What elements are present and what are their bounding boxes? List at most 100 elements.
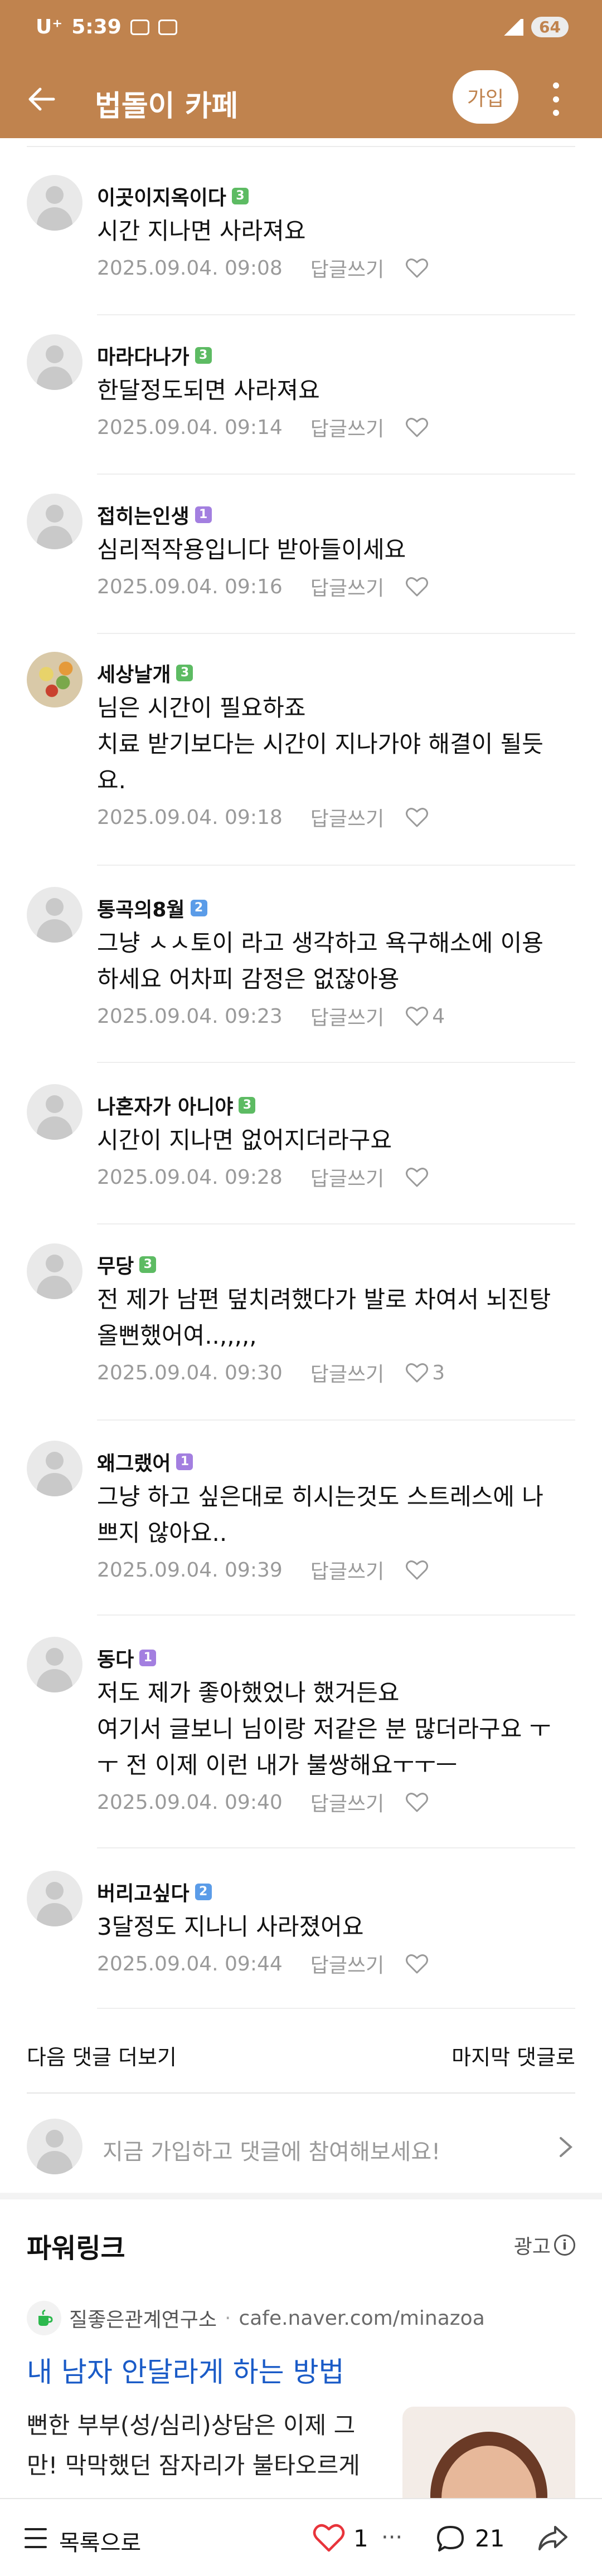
comment-date: 2025.09.04. 09:44 (97, 1952, 283, 1975)
battery-level: 64 (531, 17, 569, 37)
heart-icon[interactable] (405, 1167, 429, 1188)
join-comment-prompt[interactable]: 지금 가입하고 댓글에 참여해보세요! (27, 2110, 575, 2183)
comment-author[interactable]: 무당 3 (97, 1250, 157, 1279)
author-name: 왜그랬어 (97, 1452, 171, 1475)
divider (97, 633, 575, 634)
comment-text: 3달정도 지나니 사라졌어요 (97, 1909, 576, 1945)
info-icon: i (554, 2235, 575, 2256)
avatar[interactable] (27, 1441, 82, 1496)
comment-date: 2025.09.04. 09:16 (97, 575, 283, 598)
more-options-icon[interactable] (547, 77, 564, 121)
comment-text-line: 하세요 어차피 감정은 없잖아용 (97, 965, 400, 993)
comment-author[interactable]: 동다 1 (97, 1643, 157, 1672)
reply-button[interactable]: 답글쓰기 (310, 1788, 384, 1817)
comment-like-count: 4 (432, 1004, 445, 1028)
ad-headline-link[interactable]: 내 남자 안달라게 하는 방법 (27, 2350, 344, 2390)
comment-author[interactable]: 접히는인생 1 (97, 500, 212, 529)
comment-text: 시간 지나면 사라져요 (97, 213, 576, 249)
comment-author[interactable]: 나혼자가 아니야 3 (97, 1091, 256, 1120)
heart-icon[interactable] (405, 1006, 429, 1027)
comment-text: 그냥 하고 싶은대로 히시는것도 스트레스에 나 쁘지 않아요.. (97, 1479, 576, 1551)
comment-text-line: 여기서 글보니 님이랑 저같은 분 많더라구요 ㅜ (97, 1715, 551, 1743)
cup-logo-icon (27, 2301, 61, 2335)
back-arrow-icon[interactable] (25, 82, 58, 116)
ad-body-line: 만! 막막했던 잠자리가 불타오르게 (27, 2452, 360, 2479)
comment-text-line: 그냥 ㅅㅅ토이 라고 생각하고 욕구해소에 이용 (97, 929, 543, 957)
avatar[interactable] (27, 1637, 82, 1692)
reply-button[interactable]: 답글쓰기 (310, 413, 384, 442)
reply-button[interactable]: 답글쓰기 (310, 1163, 384, 1192)
heart-icon[interactable] (405, 1559, 429, 1580)
comment-date: 2025.09.04. 09:28 (97, 1165, 283, 1189)
avatar[interactable] (27, 334, 82, 390)
comment-text: 시간이 지나면 없어지더라구요 (97, 1122, 576, 1158)
divider (97, 865, 575, 866)
comment-author[interactable]: 세상날개 3 (97, 658, 193, 687)
comment-author[interactable]: 마라다나가 3 (97, 341, 212, 370)
reply-button[interactable]: 답글쓰기 (310, 1949, 384, 1978)
reply-button[interactable]: 답글쓰기 (310, 803, 384, 832)
ad-body-line: 뻔한 부부(성/심리)상담은 이제 그 (27, 2412, 356, 2439)
avatar[interactable] (27, 887, 82, 943)
join-button[interactable]: 가입 (453, 70, 518, 124)
heart-icon[interactable] (405, 417, 429, 438)
avatar[interactable] (27, 175, 82, 231)
divider (97, 1223, 575, 1224)
comment-author[interactable]: 이곳이지옥이다 3 (97, 182, 249, 211)
ad-label-text: 광고 (513, 2236, 551, 2258)
chevron-right-icon (560, 2137, 573, 2157)
heart-icon[interactable] (405, 257, 429, 279)
avatar[interactable] (27, 1084, 82, 1140)
list-menu-icon[interactable] (25, 2528, 47, 2548)
heart-icon[interactable] (405, 807, 429, 828)
comment-author[interactable]: 통곡의8월 2 (97, 894, 207, 923)
ad-label[interactable]: 광고 i (514, 2231, 575, 2260)
reply-button[interactable]: 답글쓰기 (310, 253, 384, 282)
comment-text-line: 쁘지 않아요.. (97, 1519, 227, 1546)
avatar[interactable] (27, 494, 82, 549)
avatar[interactable] (27, 1871, 82, 1926)
heart-icon[interactable] (405, 1792, 429, 1813)
comment-meta: 2025.09.04. 09:44 답글쓰기 (97, 1949, 429, 1978)
reply-button[interactable]: 답글쓰기 (310, 1002, 384, 1031)
signal-icon (501, 18, 524, 36)
last-comments-button[interactable]: 마지막 댓글로 (452, 2040, 575, 2071)
clock: 5:39 (71, 16, 122, 38)
comment-text: 님은 시간이 필요하죠 치료 받기보다는 시간이 지나가야 해결이 될듯 요. (97, 690, 576, 798)
author-name: 무당 (97, 1255, 134, 1278)
reply-button[interactable]: 답글쓰기 (310, 572, 384, 601)
comment-author[interactable]: 왜그랬어 1 (97, 1447, 193, 1476)
heart-icon[interactable] (405, 1953, 429, 1974)
avatar[interactable] (27, 652, 82, 708)
member-level-badge: 3 (176, 665, 193, 681)
comment-text-line: 님은 시간이 필요하죠 (97, 694, 306, 721)
join-prompt-text: 지금 가입하고 댓글에 참여해보세요! (103, 2139, 441, 2165)
share-icon[interactable] (536, 2524, 569, 2554)
more-comments-button[interactable]: 다음 댓글 더보기 (27, 2040, 177, 2071)
reply-button[interactable]: 답글쓰기 (310, 1555, 384, 1584)
divider (97, 314, 575, 315)
like-heart-icon[interactable] (312, 2523, 346, 2553)
divider (27, 2092, 575, 2094)
ad-source-name: 질좋은관계연구소 (69, 2309, 217, 2331)
reply-button[interactable]: 답글쓰기 (310, 1358, 384, 1387)
author-name: 버리고싶다 (97, 1882, 190, 1905)
member-level-badge: 3 (139, 1256, 157, 1273)
ad-source[interactable]: 질좋은관계연구소 · cafe.naver.com/minazoa (27, 2301, 485, 2335)
divider (97, 1062, 575, 1063)
back-to-list-button[interactable]: 목록으로 (59, 2525, 141, 2557)
author-name: 접히는인생 (97, 505, 190, 528)
comment-date: 2025.09.04. 09:23 (97, 1004, 283, 1028)
comment-author[interactable]: 버리고싶다 2 (97, 1877, 212, 1906)
comment-meta: 2025.09.04. 09:23 답글쓰기 4 (97, 1002, 445, 1031)
comment-bubble-icon[interactable] (435, 2524, 466, 2554)
avatar[interactable] (27, 1243, 82, 1299)
divider (97, 1419, 575, 1421)
more-dots-icon[interactable]: ··· (381, 2525, 402, 2550)
heart-icon[interactable] (405, 576, 429, 597)
comment-date: 2025.09.04. 09:30 (97, 1361, 283, 1384)
comment-text: 전 제가 남편 덮치려했다가 발로 차여서 뇌진탕 올뻔했어여..,,,,, (97, 1281, 576, 1354)
heart-icon[interactable] (405, 1362, 429, 1383)
section-divider (0, 2193, 602, 2199)
member-level-badge: 3 (239, 1097, 256, 1114)
